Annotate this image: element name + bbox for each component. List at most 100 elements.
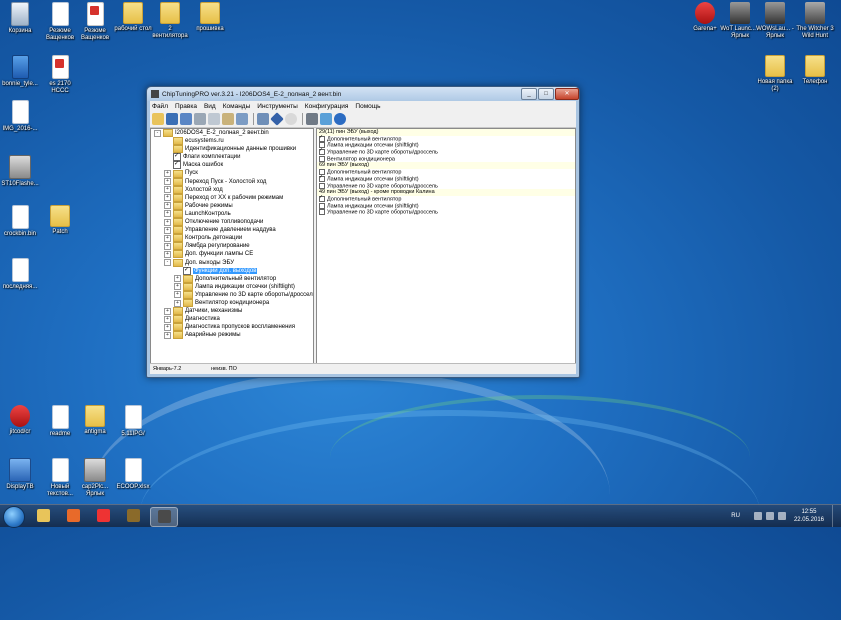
taskbar-button[interactable] (150, 507, 178, 527)
tree-node[interactable]: + Лампа индикации отсечки (shiftlight) (151, 282, 313, 291)
tree-node[interactable]: - I206DOS4_E-2_полная_2 вент.bin (151, 129, 313, 138)
copy-icon[interactable] (208, 113, 220, 125)
collapse-icon[interactable]: - (154, 129, 161, 137)
desktop-icon[interactable]: прошивка (190, 2, 230, 33)
desktop-icon[interactable]: ECOOP.xlsx (113, 458, 153, 491)
tree-node[interactable]: ecusystems.ru (151, 137, 313, 146)
desktop-icon[interactable]: DisplayTB (0, 458, 40, 491)
expand-icon[interactable]: + (164, 331, 171, 339)
desktop-icon[interactable]: The Witcher 3 Wild Hunt (795, 2, 835, 40)
option-checkbox[interactable] (319, 134, 325, 142)
tree-node[interactable]: + Холостой ход (151, 185, 313, 194)
option-checkbox[interactable] (319, 194, 325, 202)
tree-node[interactable]: + Датчики, механизмы (151, 307, 313, 316)
desktop-icon[interactable]: Patch (40, 205, 80, 236)
desktop-icon[interactable]: Резюме Ващенков (75, 2, 115, 42)
tree-node[interactable]: + Переход Пуск - Холостой ход (151, 177, 313, 186)
desktop-icon[interactable]: Garena+ (685, 2, 725, 33)
tree-node[interactable]: + Отключение топливоподачи (151, 218, 313, 227)
desktop-icon[interactable]: Корзина (0, 2, 40, 35)
expand-icon[interactable]: + (164, 234, 171, 242)
undo-icon[interactable] (236, 113, 248, 125)
tree-node[interactable]: + Дополнительный вентилятор (151, 274, 313, 283)
paste-icon[interactable] (222, 113, 234, 125)
tree-node[interactable]: Функции доп. выходов (151, 266, 313, 275)
desktop-icon[interactable]: Новый текстов... (40, 458, 80, 498)
output-option[interactable]: Дополнительный вентилятор (317, 194, 575, 203)
language-indicator[interactable]: RU (731, 513, 740, 519)
desktop-icon[interactable]: antigma (75, 405, 115, 436)
expand-icon[interactable]: + (164, 226, 171, 234)
expand-icon[interactable]: + (174, 275, 181, 283)
tree-node[interactable]: + Диагностика пропусков воспламенения (151, 323, 313, 332)
search-icon[interactable] (285, 113, 297, 125)
output-option[interactable]: Лампа индикации отсечки (shiftlight) (317, 142, 575, 149)
desktop-icon[interactable]: Резюме Ващенков (40, 2, 80, 42)
desktop-icon[interactable]: WoT Launc... - Ярлык (720, 2, 760, 40)
taskbar-button[interactable] (30, 507, 56, 525)
expand-icon[interactable]: + (164, 186, 171, 194)
output-option[interactable]: Управление по 3D карте обороты/дроссель (317, 147, 575, 156)
show-desktop-button[interactable] (832, 505, 841, 527)
tree-node[interactable]: + Управление давлением наддува (151, 226, 313, 235)
tree-node[interactable]: + Контроль детонации (151, 234, 313, 243)
save-icon[interactable] (166, 113, 178, 125)
desktop-icon[interactable]: ST10Flashe... (0, 155, 40, 188)
collapse-icon[interactable]: - (164, 259, 171, 267)
option-checkbox[interactable] (319, 209, 325, 216)
desktop-icon[interactable]: последняя... (0, 258, 40, 291)
checksum-icon[interactable] (270, 112, 284, 126)
tree-node[interactable]: + Пуск (151, 169, 313, 178)
taskbar-button[interactable] (60, 507, 86, 525)
desktop-icon[interactable]: crockbin.bin (0, 205, 40, 238)
taskbar-button[interactable] (120, 507, 146, 525)
save-as-icon[interactable] (180, 113, 192, 125)
desktop-icon[interactable]: Новая папка (2) (755, 55, 795, 93)
compare-icon[interactable] (257, 113, 269, 125)
minimize-button[interactable]: _ (521, 88, 537, 100)
expand-icon[interactable]: + (164, 202, 171, 210)
desktop-icon[interactable]: IMG_2016-... (0, 100, 40, 133)
expand-icon[interactable]: + (174, 299, 181, 307)
print-icon[interactable] (194, 113, 206, 125)
desktop-icon[interactable]: cap2Plc... Ярлык (75, 458, 115, 498)
expand-icon[interactable]: + (174, 291, 181, 299)
open-icon[interactable] (152, 113, 164, 125)
tree-node[interactable]: + Переход от ХХ к рабочим режимам (151, 193, 313, 202)
help-icon[interactable] (334, 113, 346, 125)
output-option[interactable]: Дополнительный вентилятор (317, 169, 575, 176)
expand-icon[interactable]: + (164, 307, 171, 315)
expand-icon[interactable]: + (164, 194, 171, 202)
tools-icon[interactable] (306, 113, 318, 125)
expand-icon[interactable]: + (164, 170, 171, 178)
desktop-icon[interactable]: jitcod/cr (0, 405, 40, 436)
desktop-icon[interactable]: WOWsLau... - Ярлык (755, 2, 795, 40)
expand-icon[interactable]: + (164, 315, 171, 323)
desktop-icon[interactable]: bonnie_tyle... (0, 55, 40, 88)
flag-icon[interactable] (753, 512, 762, 520)
option-checkbox[interactable] (319, 174, 325, 182)
option-checkbox[interactable] (319, 182, 325, 189)
option-checkbox[interactable] (319, 202, 325, 209)
expand-icon[interactable]: + (164, 210, 171, 218)
tree-node[interactable]: + Рабочие режимы (151, 201, 313, 210)
tree-node[interactable]: + Вентилятор кондиционера (151, 299, 313, 308)
tree-node[interactable]: - Доп. выходы ЭБУ (151, 258, 313, 267)
desktop-icon[interactable]: 5.11IPG/ (113, 405, 153, 438)
close-button[interactable]: ✕ (555, 88, 579, 100)
clock[interactable]: 12:55 22.05.2016 (794, 508, 824, 524)
output-option[interactable]: Вентилятор кондиционера (317, 155, 575, 163)
tree-node[interactable]: Маска ошибок (151, 160, 313, 170)
tree-node[interactable]: + LaunchКонтроль (151, 209, 313, 218)
expand-icon[interactable]: + (164, 323, 171, 331)
start-button[interactable] (3, 506, 25, 528)
maximize-button[interactable]: □ (538, 88, 554, 100)
desktop-icon[interactable]: readme (40, 405, 80, 438)
settings-icon[interactable] (320, 113, 332, 125)
taskbar-button[interactable] (90, 507, 116, 525)
menu-item[interactable]: Конфигурация (305, 103, 349, 110)
menu-item[interactable]: Помощь (355, 103, 380, 110)
menu-item[interactable]: Вид (204, 103, 216, 110)
output-option[interactable]: Управление по 3D карте обороты/дроссель (317, 209, 575, 216)
output-option[interactable]: Дополнительный вентилятор (317, 134, 575, 143)
